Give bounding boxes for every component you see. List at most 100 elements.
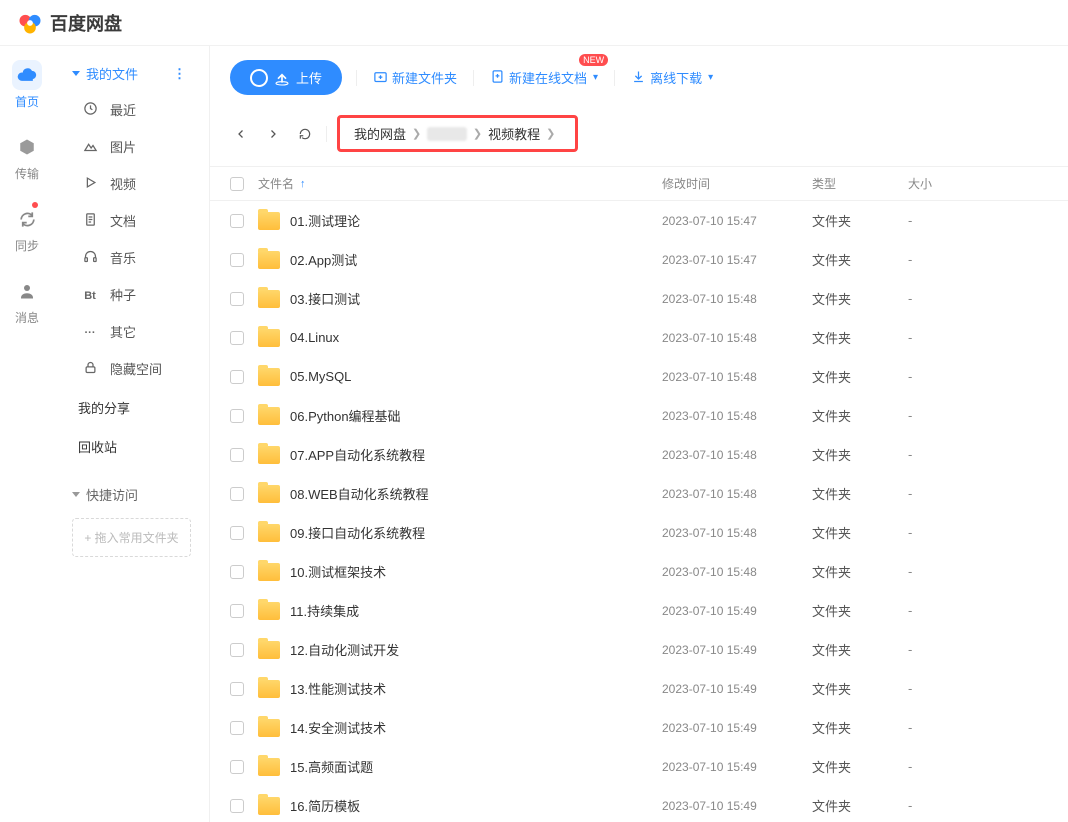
row-name-cell[interactable]: 09.接口自动化系统教程 (258, 523, 662, 542)
upload-button[interactable]: 上传 (230, 60, 342, 95)
row-checkbox[interactable] (230, 487, 244, 501)
row-type: 文件夹 (812, 640, 908, 659)
col-type-header[interactable]: 类型 (812, 175, 908, 192)
row-name-cell[interactable]: 07.APP自动化系统教程 (258, 445, 662, 464)
row-name-label: 06.Python编程基础 (290, 406, 401, 425)
row-name-cell[interactable]: 15.高频面试题 (258, 757, 662, 776)
sidebar-my-share[interactable]: 我的分享 (62, 389, 201, 426)
app-header: 百度网盘 (0, 0, 1068, 46)
row-checkbox[interactable] (230, 214, 244, 228)
row-checkbox[interactable] (230, 682, 244, 696)
table-row[interactable]: 01.测试理论2023-07-10 15:47文件夹- (210, 201, 1068, 240)
col-name-header[interactable]: 文件名↑ (258, 175, 662, 192)
download-icon (631, 69, 646, 87)
breadcrumb-mid-redacted[interactable] (427, 127, 467, 141)
row-name-cell[interactable]: 12.自动化测试开发 (258, 640, 662, 659)
rail-item-sync[interactable]: 同步 (12, 204, 42, 254)
row-name-cell[interactable]: 06.Python编程基础 (258, 406, 662, 425)
table-row[interactable]: 12.自动化测试开发2023-07-10 15:49文件夹- (210, 630, 1068, 669)
row-name-cell[interactable]: 13.性能测试技术 (258, 679, 662, 698)
sidebar-item-dots[interactable]: ···其它 (62, 313, 201, 350)
row-checkbox[interactable] (230, 565, 244, 579)
row-name-cell[interactable]: 11.持续集成 (258, 601, 662, 620)
row-checkbox[interactable] (230, 370, 244, 384)
row-checkbox[interactable] (230, 331, 244, 345)
table-row[interactable]: 14.安全测试技术2023-07-10 15:49文件夹- (210, 708, 1068, 747)
user-icon (12, 276, 42, 306)
row-name-cell[interactable]: 08.WEB自动化系统教程 (258, 484, 662, 503)
row-name-cell[interactable]: 05.MySQL (258, 368, 662, 386)
table-row[interactable]: 08.WEB自动化系统教程2023-07-10 15:48文件夹- (210, 474, 1068, 513)
row-checkbox[interactable] (230, 253, 244, 267)
sidebar-item-Bt[interactable]: Bt种子 (62, 276, 201, 313)
row-checkbox[interactable] (230, 799, 244, 813)
refresh-button[interactable] (294, 123, 316, 145)
row-type: 文件夹 (812, 601, 908, 620)
table-row[interactable]: 03.接口测试2023-07-10 15:48文件夹- (210, 279, 1068, 318)
sidebar-item-headphone[interactable]: 音乐 (62, 239, 201, 276)
sidebar-quick-access[interactable]: 快捷访问 (62, 479, 201, 510)
sidebar-item-lock[interactable]: 隐藏空间 (62, 350, 201, 387)
row-name-cell[interactable]: 01.测试理论 (258, 211, 662, 230)
sidebar-my-files-label: 我的文件 (86, 64, 138, 83)
row-checkbox[interactable] (230, 643, 244, 657)
row-name-cell[interactable]: 14.安全测试技术 (258, 718, 662, 737)
table-row[interactable]: 05.MySQL2023-07-10 15:48文件夹- (210, 357, 1068, 396)
row-time: 2023-07-10 15:48 (662, 448, 812, 462)
sidebar-recycle[interactable]: 回收站 (62, 428, 201, 465)
nav-back-button[interactable] (230, 123, 252, 145)
table-row[interactable]: 13.性能测试技术2023-07-10 15:49文件夹- (210, 669, 1068, 708)
row-name-cell[interactable]: 04.Linux (258, 329, 662, 347)
sidebar-item-mountain[interactable]: 图片 (62, 128, 201, 165)
row-time: 2023-07-10 15:48 (662, 526, 812, 540)
row-checkbox[interactable] (230, 448, 244, 462)
row-time: 2023-07-10 15:48 (662, 370, 812, 384)
breadcrumb-root[interactable]: 我的网盘 (354, 124, 406, 143)
row-name-cell[interactable]: 10.测试框架技术 (258, 562, 662, 581)
table-row[interactable]: 09.接口自动化系统教程2023-07-10 15:48文件夹- (210, 513, 1068, 552)
new-folder-button[interactable]: 新建文件夹 (371, 64, 459, 91)
rail-item-cloud[interactable]: 首页 (12, 60, 42, 110)
table-row[interactable]: 11.持续集成2023-07-10 15:49文件夹- (210, 591, 1068, 630)
table-row[interactable]: 07.APP自动化系统教程2023-07-10 15:48文件夹- (210, 435, 1068, 474)
rail-item-cube[interactable]: 传输 (12, 132, 42, 182)
row-name-cell[interactable]: 16.简历模板 (258, 796, 662, 815)
col-size-header[interactable]: 大小 (908, 175, 1048, 192)
sidebar-item-clock[interactable]: 最近 (62, 91, 201, 128)
row-name-cell[interactable]: 03.接口测试 (258, 289, 662, 308)
rail-item-user[interactable]: 消息 (12, 276, 42, 326)
table-row[interactable]: 15.高频面试题2023-07-10 15:49文件夹- (210, 747, 1068, 786)
row-time: 2023-07-10 15:49 (662, 682, 812, 696)
rail-item-label: 同步 (15, 237, 39, 254)
offline-download-button[interactable]: 离线下载 ▾ (629, 64, 715, 91)
sidebar-quick-label: 快捷访问 (86, 485, 138, 504)
row-checkbox[interactable] (230, 760, 244, 774)
col-time-header[interactable]: 修改时间 (662, 175, 812, 192)
row-size: - (908, 564, 1048, 579)
table-row[interactable]: 10.测试框架技术2023-07-10 15:48文件夹- (210, 552, 1068, 591)
row-checkbox[interactable] (230, 721, 244, 735)
table-row[interactable]: 04.Linux2023-07-10 15:48文件夹- (210, 318, 1068, 357)
sidebar-item-doc[interactable]: 文档 (62, 202, 201, 239)
nav-forward-button[interactable] (262, 123, 284, 145)
row-name-label: 05.MySQL (290, 369, 351, 384)
sidebar-item-label: 图片 (110, 137, 136, 156)
row-checkbox[interactable] (230, 604, 244, 618)
row-checkbox[interactable] (230, 292, 244, 306)
row-checkbox[interactable] (230, 526, 244, 540)
folder-icon (258, 797, 280, 815)
new-online-doc-button[interactable]: 新建在线文档 ▾ NEW (488, 64, 600, 91)
sidebar-item-play[interactable]: 视频 (62, 165, 201, 202)
sync-icon (12, 204, 42, 234)
select-all-checkbox[interactable] (230, 177, 244, 191)
row-checkbox[interactable] (230, 409, 244, 423)
row-name-cell[interactable]: 02.App测试 (258, 250, 662, 269)
table-row[interactable]: 06.Python编程基础2023-07-10 15:48文件夹- (210, 396, 1068, 435)
table-row[interactable]: 02.App测试2023-07-10 15:47文件夹- (210, 240, 1068, 279)
more-menu-icon[interactable]: ⋮ (169, 66, 191, 82)
breadcrumb-current[interactable]: 视频教程 (488, 124, 540, 143)
table-row[interactable]: 16.简历模板2023-07-10 15:49文件夹- (210, 786, 1068, 822)
folder-icon (258, 680, 280, 698)
sidebar-my-files[interactable]: 我的文件 ⋮ (62, 58, 201, 89)
quick-drop-hint[interactable]: + 拖入常用文件夹 (72, 518, 191, 557)
